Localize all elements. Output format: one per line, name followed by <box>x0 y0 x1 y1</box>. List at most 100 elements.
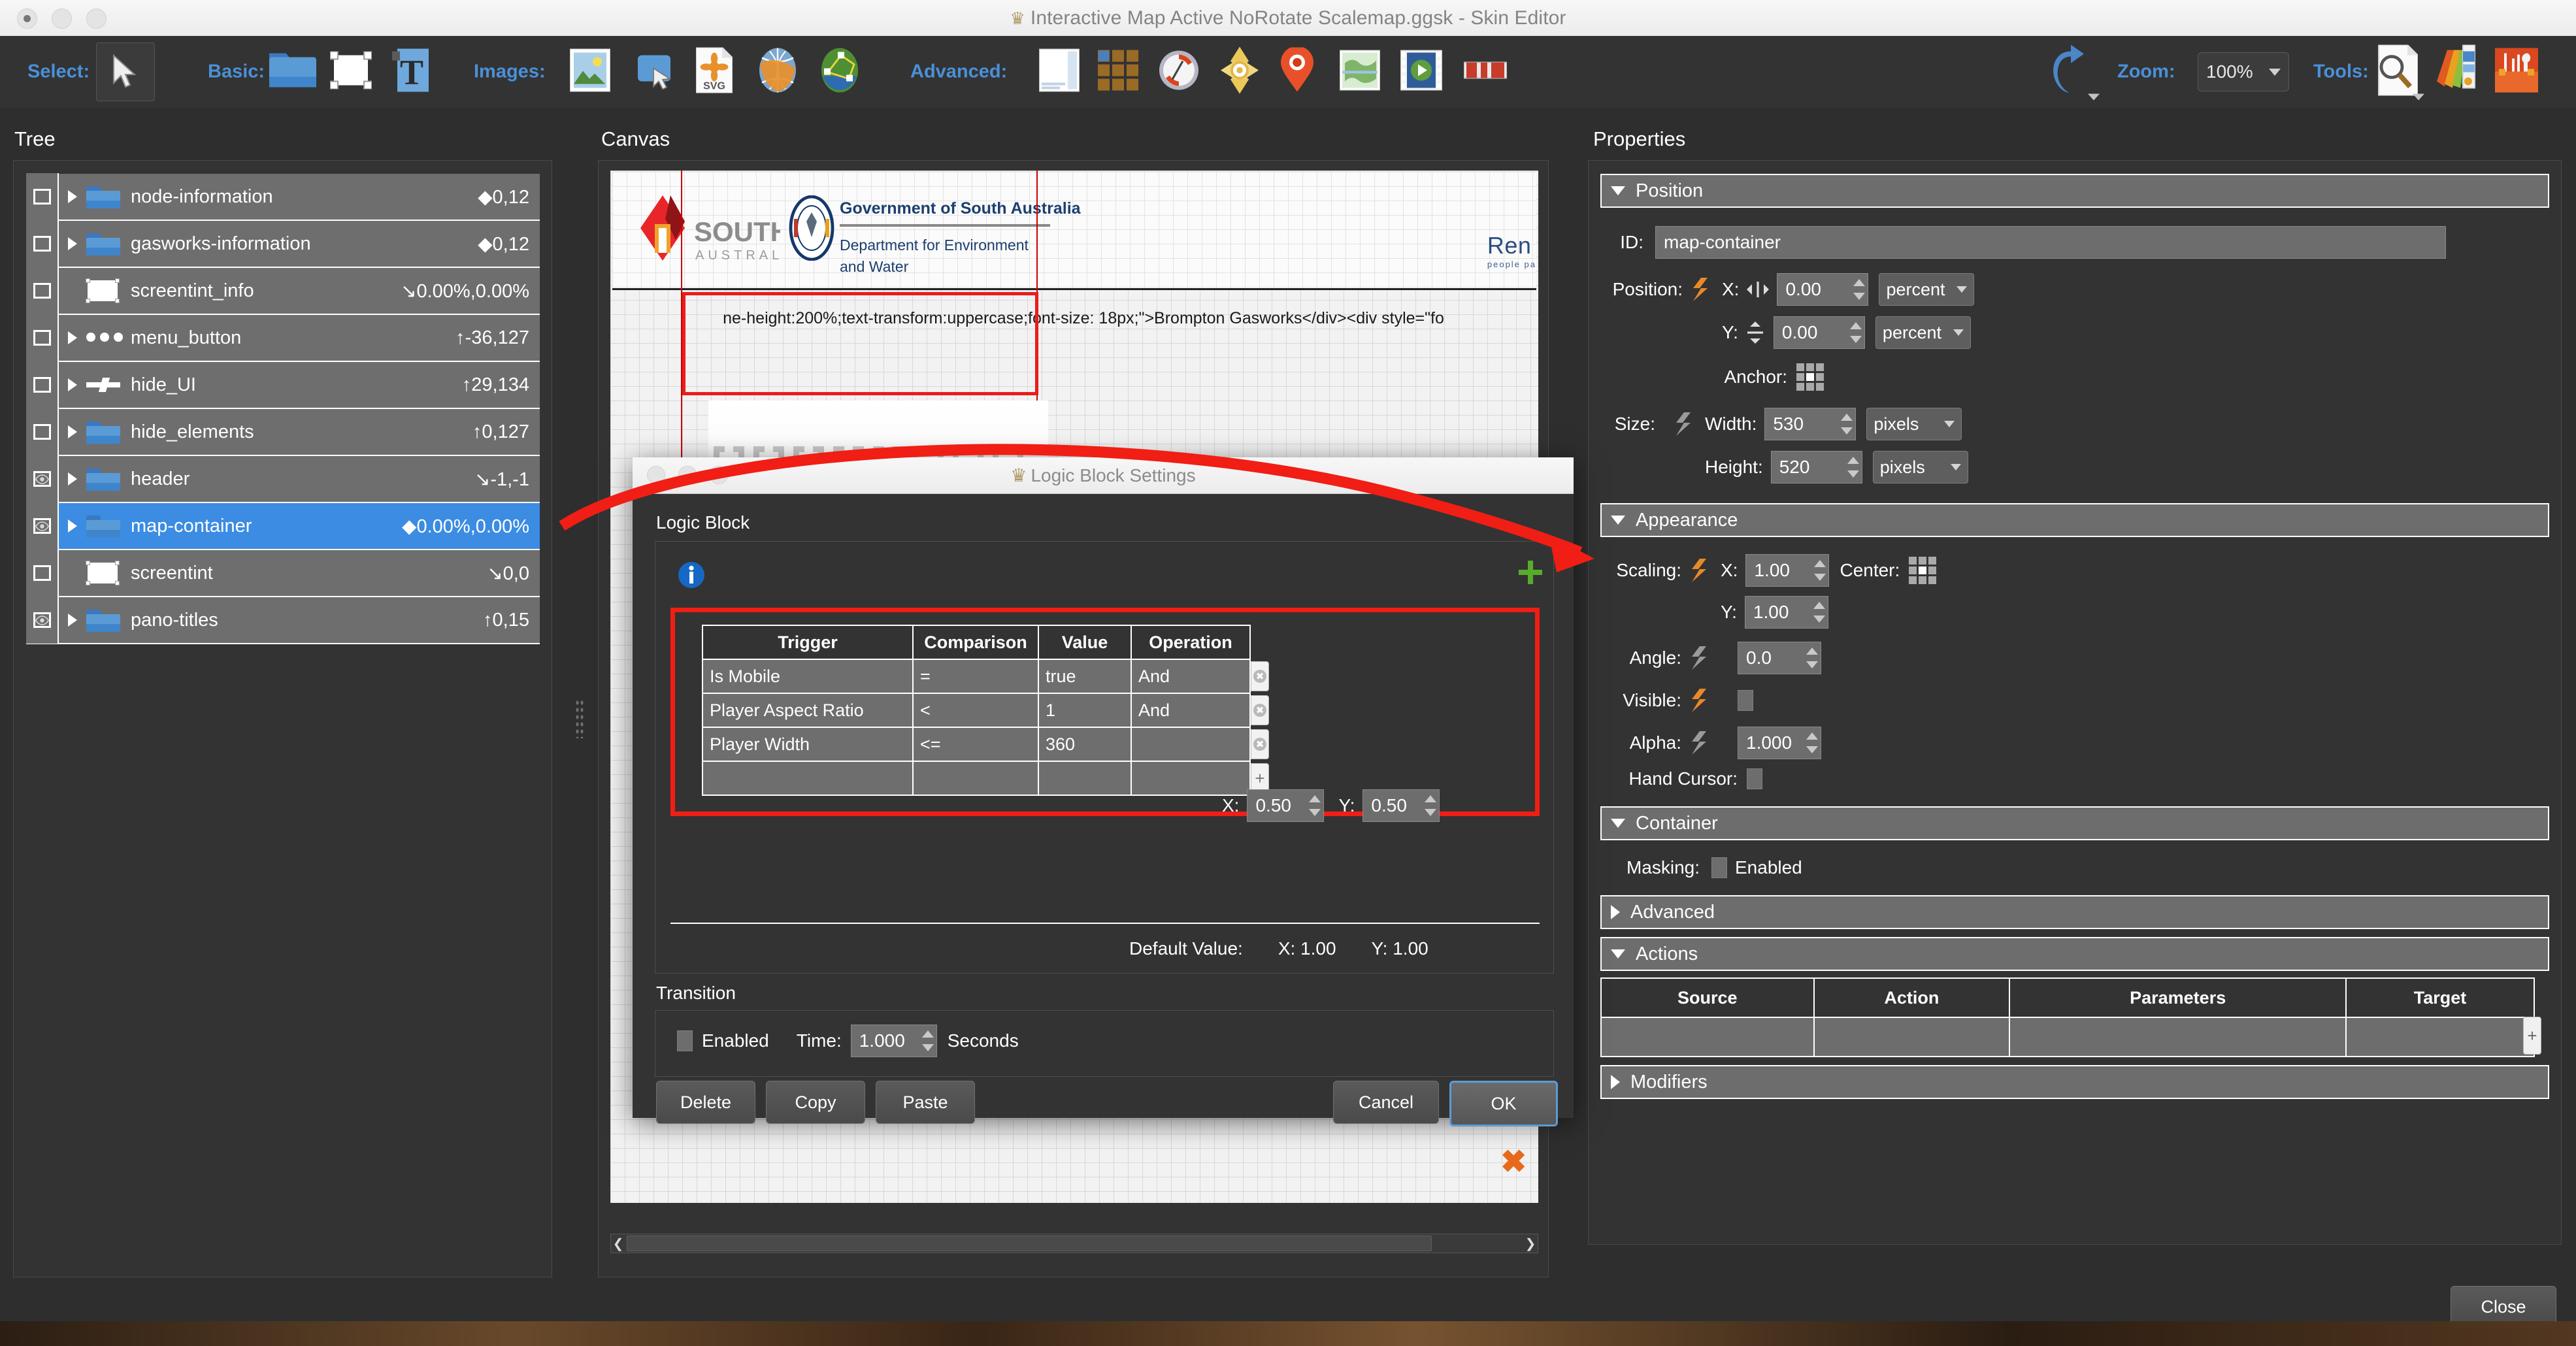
tree-row-visibility-toggle[interactable] <box>26 597 59 644</box>
expand-arrow-icon[interactable] <box>68 237 77 250</box>
visible-logic-icon[interactable] <box>1688 687 1710 714</box>
angle-input[interactable]: 0.0 <box>1738 642 1821 674</box>
position-y-input[interactable]: 0.00 <box>1773 316 1865 349</box>
tree-row[interactable]: screentint_info ↘0.00%,0.00% <box>26 267 540 315</box>
stepper-up-icon[interactable] <box>1806 732 1818 740</box>
position-x-input[interactable]: 0.00 <box>1777 273 1869 306</box>
paste-button[interactable]: Paste <box>876 1081 975 1124</box>
map-tool[interactable] <box>1339 49 1381 94</box>
expand-arrow-icon[interactable] <box>68 425 77 438</box>
svg-tool[interactable]: SVG <box>695 46 733 97</box>
center-cell[interactable] <box>1928 576 1937 584</box>
section-actions[interactable]: Actions <box>1600 937 2549 971</box>
rectangle-tool[interactable] <box>329 50 372 93</box>
transition-enabled-checkbox[interactable] <box>677 1030 693 1051</box>
cancel-button[interactable]: Cancel <box>1333 1081 1439 1124</box>
logic-cell-comparison[interactable]: <= <box>912 727 1039 762</box>
toolbox-tool[interactable] <box>2495 48 2538 96</box>
tree-row[interactable]: header ↘-1,-1 <box>26 455 540 503</box>
remove-orange-x-icon[interactable]: ✖ <box>1500 1143 1527 1180</box>
scroll-thumb[interactable] <box>627 1236 1432 1251</box>
tree-row-visibility-toggle[interactable] <box>26 502 59 550</box>
undo-button[interactable] <box>2049 44 2100 101</box>
stepper-down-icon[interactable] <box>1806 661 1818 668</box>
section-container[interactable]: Container <box>1600 806 2549 840</box>
add-green-plus-icon[interactable] <box>1516 559 1545 588</box>
copy-button[interactable]: Copy <box>766 1081 865 1124</box>
tree-row[interactable]: node-information ◆0,12 <box>26 173 540 221</box>
actions-table-body[interactable] <box>1600 1017 2535 1057</box>
tree-row[interactable]: menu_button ↑-36,127 <box>26 314 540 362</box>
tree-row[interactable]: screentint ↘0,0 <box>26 550 540 597</box>
anchor-cell[interactable] <box>1796 373 1804 381</box>
undo-dropdown-caret-icon[interactable] <box>2088 93 2100 101</box>
actions-table-row[interactable] <box>1600 1017 2535 1057</box>
stepper-up-icon[interactable] <box>1425 795 1437 802</box>
tree-row-visibility-toggle[interactable] <box>26 408 59 455</box>
stepper-up-icon[interactable] <box>1309 795 1321 802</box>
center-cell-selected[interactable] <box>1919 566 1927 574</box>
alpha-input[interactable]: 1.000 <box>1738 727 1821 759</box>
tree-row-visibility-toggle[interactable] <box>26 361 59 408</box>
stepper-down-icon[interactable] <box>1309 809 1321 816</box>
tree-row-visibility-toggle[interactable] <box>26 173 59 220</box>
delete-row-button[interactable]: ✖ <box>1251 695 1269 725</box>
logic-cell-trigger[interactable]: Player Width <box>702 727 914 762</box>
tree-row[interactable]: gasworks-information ◆0,12 <box>26 220 540 268</box>
id-field[interactable]: map-container <box>1655 226 2446 259</box>
block-y-input[interactable]: 0.50 <box>1362 789 1440 822</box>
delete-button[interactable]: Delete <box>656 1081 755 1124</box>
pointer-tool[interactable] <box>96 42 155 101</box>
stepper-down-icon[interactable] <box>921 1044 934 1051</box>
stepper-down-icon[interactable] <box>1425 809 1437 816</box>
angle-logic-icon[interactable] <box>1688 645 1710 671</box>
actions-cell[interactable] <box>1600 1017 1815 1057</box>
stepper-down-icon[interactable] <box>1847 470 1859 478</box>
tree-row-visibility-toggle[interactable] <box>26 455 59 502</box>
zoom-select[interactable]: 100% <box>2198 52 2289 91</box>
height-input[interactable]: 520 <box>1770 451 1862 484</box>
popup-tool[interactable] <box>1038 48 1080 95</box>
actions-table[interactable]: Source Action Parameters Target <box>1600 977 2535 1057</box>
video-tool[interactable] <box>1400 49 1443 94</box>
logic-cell-value[interactable]: 360 <box>1038 727 1132 762</box>
stepper-up-icon[interactable] <box>1853 279 1866 286</box>
section-appearance[interactable]: Appearance <box>1600 503 2549 537</box>
stepper-up-icon[interactable] <box>1849 322 1862 329</box>
height-unit-select[interactable]: pixels <box>1872 451 1968 484</box>
stepper-up-icon[interactable] <box>1841 414 1853 421</box>
polygon-hotspot-tool[interactable] <box>820 48 859 97</box>
ok-button[interactable]: OK <box>1449 1081 1558 1126</box>
position-y-unit-select[interactable]: percent <box>1875 316 1971 349</box>
actions-cell[interactable] <box>2345 1017 2535 1057</box>
stepper-down-icon[interactable] <box>1853 293 1866 300</box>
tree-row[interactable]: hide_UI ↑29,134 <box>26 361 540 409</box>
logic-cell-comparison[interactable]: = <box>912 659 1039 694</box>
expand-arrow-icon[interactable] <box>68 614 77 627</box>
tree-row-visibility-toggle[interactable] <box>26 220 59 267</box>
center-cell[interactable] <box>1919 557 1927 565</box>
stepper-up-icon[interactable] <box>1806 648 1818 655</box>
width-unit-select[interactable]: pixels <box>1866 408 1962 440</box>
logic-cell-operation[interactable]: And <box>1131 659 1251 694</box>
anchor-cell-selected[interactable] <box>1806 373 1814 381</box>
logic-empty-cell[interactable] <box>702 761 914 796</box>
anchor-cell[interactable] <box>1796 363 1804 371</box>
scaling-y-input[interactable]: 1.00 <box>1744 596 1828 629</box>
visible-checkbox[interactable] <box>1738 690 1753 711</box>
stepper-down-icon[interactable] <box>1841 427 1853 435</box>
logic-empty-cell[interactable] <box>1038 761 1132 796</box>
position-x-unit-select[interactable]: percent <box>1879 273 1975 306</box>
thumbnail-list-tool[interactable] <box>1098 50 1138 94</box>
hand-cursor-checkbox[interactable] <box>1747 768 1762 789</box>
tree-row[interactable]: hide_elements ↑0,127 <box>26 408 540 456</box>
stepper-down-icon[interactable] <box>1849 336 1862 343</box>
text-tool[interactable]: T <box>392 48 429 95</box>
anchor-cell[interactable] <box>1806 363 1814 371</box>
tree-row-visibility-toggle[interactable] <box>26 267 59 314</box>
info-icon[interactable] <box>677 561 706 589</box>
inspect-dropdown-caret-icon[interactable] <box>2413 93 2424 101</box>
width-input[interactable]: 530 <box>1764 408 1857 440</box>
color-picker-tool[interactable] <box>2434 44 2476 99</box>
logic-table-row[interactable]: Player Aspect Ratio <1 And ✖ <box>702 693 1281 728</box>
